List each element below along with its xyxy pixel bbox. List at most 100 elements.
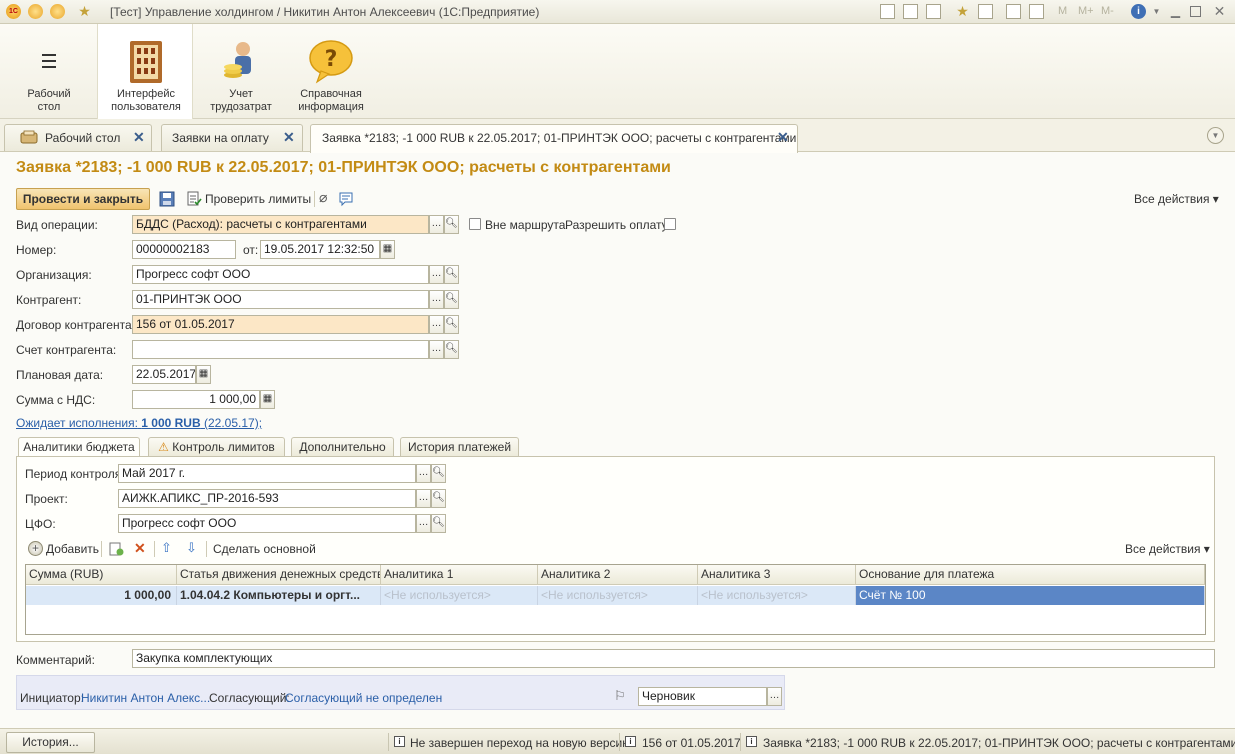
status-message[interactable]: Заявка *2183; -1 000 RUB к 22.05.2017; 0…	[763, 736, 1235, 750]
state-field[interactable]: Черновик	[638, 687, 767, 706]
planned-date-field[interactable]: 22.05.2017	[132, 365, 196, 384]
table-cell[interactable]: 1.04.04.2 Компьютеры и оргт...	[177, 586, 381, 605]
calendar-icon[interactable]	[1029, 4, 1044, 19]
section-desktop[interactable]: Рабочий стол	[1, 24, 97, 119]
favorites-star-icon[interactable]: ★	[77, 4, 92, 19]
status-message[interactable]: Не завершен переход на новую версию	[410, 736, 631, 750]
column-header[interactable]: Аналитика 3	[698, 565, 856, 585]
table-cell[interactable]: <Не используется>	[538, 586, 698, 605]
delete-row-icon[interactable]: ✕	[134, 540, 146, 557]
select-button[interactable]: …	[767, 687, 782, 706]
section-user-interface[interactable]: Интерфейс пользователя	[97, 24, 193, 119]
search-icon[interactable]: 🔍︎	[444, 315, 459, 334]
tab-payment-requests[interactable]: Заявки на оплату ✕	[161, 124, 303, 151]
table-cell[interactable]: <Не используется>	[381, 586, 538, 605]
check-limits-icon[interactable]	[186, 191, 202, 207]
select-button[interactable]: …	[429, 290, 444, 309]
calculator-icon[interactable]	[1006, 4, 1021, 19]
search-icon[interactable]: 🔍︎	[444, 265, 459, 284]
favorite-icon[interactable]: ★	[955, 4, 970, 19]
awaiting-execution-link[interactable]: Ожидает исполнения: 1 000 RUB (22.05.17)…	[16, 416, 262, 430]
section-time-tracking[interactable]: Учет трудозатрат	[193, 24, 289, 119]
tab-limit-control[interactable]: ⚠ Контроль лимитов	[148, 437, 285, 457]
allow-payment-checkbox[interactable]	[664, 218, 676, 230]
maximize-icon[interactable]	[1190, 6, 1201, 17]
column-header[interactable]: Сумма (RUB)	[26, 565, 177, 585]
close-icon[interactable]: ✕	[777, 129, 789, 146]
tab-request-2183[interactable]: Заявка *2183; -1 000 RUB к 22.05.2017; 0…	[310, 124, 798, 153]
counterparty-field[interactable]: 01-ПРИНТЭК ООО	[132, 290, 429, 309]
column-header[interactable]: Аналитика 2	[538, 565, 698, 585]
comment-field[interactable]: Закупка комплектующих	[132, 649, 1215, 668]
app-logo-icon[interactable]: 1С	[6, 4, 21, 19]
table-cell[interactable]: Счёт № 100	[856, 586, 1205, 605]
operation-type-field[interactable]: БДДС (Расход): расчеты с контрагентами	[132, 215, 429, 234]
add-icon[interactable]: +	[28, 541, 43, 556]
calculator-icon[interactable]: ▦	[260, 390, 275, 409]
info-icon[interactable]: i	[1131, 4, 1146, 19]
move-up-icon[interactable]: ⇧	[161, 540, 172, 556]
select-button[interactable]: …	[429, 215, 444, 234]
chevron-down-icon[interactable]: ▼	[1149, 4, 1164, 19]
select-button[interactable]: …	[416, 514, 431, 533]
column-header[interactable]: Аналитика 1	[381, 565, 538, 585]
tabs-menu-chevron-icon[interactable]: ▼	[1207, 127, 1224, 144]
search-icon[interactable]: 🔍︎	[431, 514, 446, 533]
period-field[interactable]: Май 2017 г.	[118, 464, 416, 483]
attachment-icon[interactable]: ⌀	[319, 189, 327, 206]
cfo-field[interactable]: Прогресс софт ООО	[118, 514, 416, 533]
search-icon[interactable]: 🔍︎	[444, 340, 459, 359]
check-limits-button[interactable]: Проверить лимиты	[205, 192, 311, 206]
calendar-icon[interactable]: ▦	[380, 240, 395, 259]
tab-payment-history[interactable]: История платежей	[400, 437, 519, 457]
save-icon[interactable]	[880, 4, 895, 19]
table-cell[interactable]: 1 000,00	[26, 586, 177, 605]
status-message[interactable]: 156 от 01.05.2017	[642, 736, 741, 750]
select-button[interactable]: …	[416, 464, 431, 483]
search-icon[interactable]: 🔍︎	[431, 489, 446, 508]
search-icon[interactable]: 🔍︎	[431, 464, 446, 483]
amount-field[interactable]: 1 000,00	[132, 390, 260, 409]
account-field[interactable]	[132, 340, 429, 359]
preview-icon[interactable]	[926, 4, 941, 19]
calendar-icon[interactable]: ▦	[196, 365, 211, 384]
tab-additional[interactable]: Дополнительно	[291, 437, 394, 457]
organization-field[interactable]: Прогресс софт ООО	[132, 265, 429, 284]
initiator-link[interactable]: Никитин Антон Алекс...	[81, 691, 210, 705]
print-icon[interactable]	[903, 4, 918, 19]
memory-m[interactable]: M	[1058, 5, 1067, 17]
date-field[interactable]: 19.05.2017 12:32:50	[260, 240, 380, 259]
all-actions-menu[interactable]: Все действия ▾	[1134, 192, 1219, 206]
search-icon[interactable]: 🔍︎	[444, 215, 459, 234]
tab-budget-analytics[interactable]: Аналитики бюджета	[18, 437, 140, 458]
payment-items-table[interactable]: Сумма (RUB) Статья движения денежных сре…	[25, 564, 1206, 635]
approver-link[interactable]: Согласующий не определен	[285, 691, 442, 705]
document-icon[interactable]	[978, 4, 993, 19]
save-icon[interactable]	[159, 191, 175, 207]
history-button[interactable]: История...	[6, 732, 95, 753]
contract-field[interactable]: 156 от 01.05.2017	[132, 315, 429, 334]
outside-route-checkbox[interactable]	[469, 218, 481, 230]
close-icon[interactable]: ✕	[1212, 4, 1227, 19]
minimize-icon[interactable]: ▁	[1168, 4, 1183, 19]
comment-icon[interactable]	[338, 191, 354, 207]
column-header[interactable]: Статья движения денежных средств	[177, 565, 381, 585]
select-button[interactable]: …	[416, 489, 431, 508]
number-field[interactable]: 00000002183	[132, 240, 236, 259]
project-field[interactable]: АИЖК.АПИКС_ПР-2016-593	[118, 489, 416, 508]
memory-m-minus[interactable]: M-	[1101, 5, 1114, 17]
close-icon[interactable]: ✕	[133, 129, 145, 146]
select-button[interactable]: …	[429, 315, 444, 334]
history-menu-icon[interactable]	[50, 4, 65, 19]
add-row-button[interactable]: Добавить	[46, 542, 99, 556]
tab-desktop[interactable]: Рабочий стол ✕	[4, 124, 152, 151]
grid-all-actions-menu[interactable]: Все действия ▾	[1125, 542, 1210, 556]
section-reference-info[interactable]: ? Справочная информация	[283, 24, 379, 119]
memory-m-plus[interactable]: M+	[1078, 5, 1094, 17]
move-down-icon[interactable]: ⇩	[186, 540, 197, 556]
post-and-close-button[interactable]: Провести и закрыть	[16, 188, 150, 210]
close-icon[interactable]: ✕	[283, 129, 295, 146]
select-button[interactable]: …	[429, 340, 444, 359]
copy-row-icon[interactable]	[108, 541, 124, 557]
column-header[interactable]: Основание для платежа	[856, 565, 1205, 585]
